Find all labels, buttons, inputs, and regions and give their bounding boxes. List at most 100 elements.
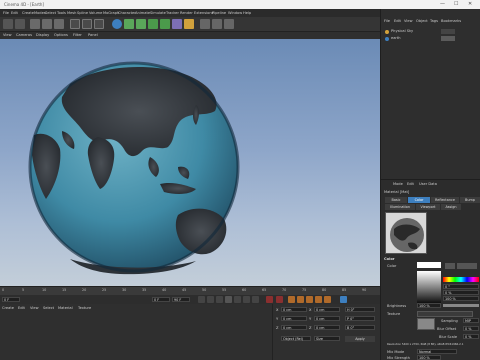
position-z-field[interactable]: 0 cm <box>281 325 307 330</box>
undo-icon[interactable] <box>3 19 13 29</box>
render-view-icon[interactable] <box>200 19 210 29</box>
texture-path-field[interactable] <box>417 311 473 317</box>
current-frame-field[interactable]: 0 F <box>152 297 170 302</box>
maximize-button[interactable]: ☐ <box>454 1 458 7</box>
menu-mograph[interactable]: MoGraph <box>103 11 119 15</box>
key-scale-icon[interactable] <box>297 296 304 303</box>
viewport[interactable] <box>0 39 380 286</box>
spline-icon[interactable] <box>124 19 134 29</box>
key-rotation-icon[interactable] <box>306 296 313 303</box>
menu-simulate[interactable]: Simulate <box>150 11 166 15</box>
tab-viewport[interactable]: Viewport <box>416 204 440 210</box>
size-y-field[interactable]: 0 cm <box>314 316 340 321</box>
close-button[interactable]: ✕ <box>468 1 472 7</box>
field-icon[interactable] <box>160 19 170 29</box>
objects-menu-file[interactable]: File <box>384 19 390 23</box>
menu-file[interactable]: File <box>3 11 9 15</box>
objects-menu-tags[interactable]: Tags <box>430 19 438 23</box>
autokey-icon[interactable] <box>276 296 283 303</box>
end-frame-field[interactable]: 90 F <box>172 297 190 302</box>
material-menu-material[interactable]: Material <box>58 306 73 310</box>
key-position-icon[interactable] <box>288 296 295 303</box>
menu-help[interactable]: Help <box>243 11 251 15</box>
objects-menu-object[interactable]: Object <box>416 19 428 23</box>
sampling-dropdown[interactable]: MIP <box>463 318 479 323</box>
viewport-menu-filter[interactable]: Filter <box>73 33 82 37</box>
viewport-menu-view[interactable]: View <box>3 33 12 37</box>
camera-icon[interactable] <box>172 19 182 29</box>
apply-button[interactable]: Apply <box>345 336 375 342</box>
objects-menu-bookmarks[interactable]: Bookmarks <box>441 19 461 23</box>
tab-reflectance[interactable]: Reflectance <box>431 197 459 203</box>
timeline-icon[interactable] <box>340 296 347 303</box>
viewport-menu-cameras[interactable]: Cameras <box>16 33 32 37</box>
tab-color[interactable]: Color <box>408 197 430 203</box>
menu-render[interactable]: Render <box>180 11 193 15</box>
menu-extensions[interactable]: Extensions <box>194 11 214 15</box>
rotation-b-field[interactable]: B 0° <box>345 325 375 330</box>
z-axis-icon[interactable] <box>94 19 104 29</box>
move-tool-icon[interactable] <box>30 19 40 29</box>
color-spectrum-icon[interactable] <box>457 263 477 269</box>
tab-illumination[interactable]: Illumination <box>385 204 415 210</box>
saturation-field[interactable]: 0 % <box>443 290 479 295</box>
color-picker-area[interactable] <box>417 271 441 305</box>
mix-strength-field[interactable]: 100 % <box>417 355 441 360</box>
hue-field[interactable]: 0 ° <box>443 284 479 289</box>
brightness-slider[interactable] <box>443 304 479 307</box>
scale-tool-icon[interactable] <box>42 19 52 29</box>
objects-menu-edit[interactable]: Edit <box>394 19 401 23</box>
menu-character[interactable]: Character <box>118 11 136 15</box>
render-settings-icon[interactable] <box>224 19 234 29</box>
previous-key-icon[interactable] <box>207 296 214 303</box>
deformer-icon[interactable] <box>148 19 158 29</box>
menu-tracker[interactable]: Tracker <box>166 11 179 15</box>
size-z-field[interactable]: 0 cm <box>314 325 340 330</box>
record-icon[interactable] <box>266 296 273 303</box>
menu-mesh[interactable]: Mesh <box>67 11 76 15</box>
tab-bump[interactable]: Bump <box>460 197 480 203</box>
size-mode-dropdown[interactable]: Size <box>314 336 340 341</box>
material-menu-select[interactable]: Select <box>43 306 54 310</box>
position-x-field[interactable]: 0 cm <box>281 307 307 312</box>
hue-slider[interactable] <box>443 277 479 282</box>
x-axis-icon[interactable] <box>70 19 80 29</box>
play-icon[interactable] <box>225 296 232 303</box>
blur-scale-field[interactable]: 0 % <box>463 334 479 339</box>
attributes-menu-edit[interactable]: Edit <box>407 182 414 186</box>
render-picture-viewer-icon[interactable] <box>212 19 222 29</box>
key-pla-icon[interactable] <box>324 296 331 303</box>
material-tag-icon[interactable] <box>441 36 455 41</box>
viewport-menu-panel[interactable]: Panel <box>88 33 98 37</box>
attributes-menu-mode[interactable]: Mode <box>393 182 403 186</box>
object-item-physical-sky[interactable]: Physical Sky <box>391 29 413 33</box>
go-to-start-icon[interactable] <box>198 296 205 303</box>
objects-menu-view[interactable]: View <box>404 19 413 23</box>
menu-tools[interactable]: Tools <box>57 11 66 15</box>
rotation-h-field[interactable]: H 0° <box>345 307 375 312</box>
object-item-earth[interactable]: earth <box>391 36 401 40</box>
attributes-menu-user-data[interactable]: User Data <box>419 182 437 186</box>
cube-icon[interactable] <box>112 19 122 29</box>
menu-animate[interactable]: Animate <box>135 11 150 15</box>
color-swatch[interactable] <box>417 262 441 268</box>
menu-pipeline[interactable]: Pipeline <box>212 11 226 15</box>
menu-create[interactable]: Create <box>22 11 34 15</box>
viewport-menu-options[interactable]: Options <box>54 33 68 37</box>
generator-icon[interactable] <box>136 19 146 29</box>
menu-volume[interactable]: Volume <box>89 11 102 15</box>
menu-edit[interactable]: Edit <box>11 11 18 15</box>
next-key-icon[interactable] <box>243 296 250 303</box>
material-menu-view[interactable]: View <box>30 306 39 310</box>
material-menu-edit[interactable]: Edit <box>18 306 25 310</box>
menu-select[interactable]: Select <box>45 11 56 15</box>
material-menu-create[interactable]: Create <box>2 306 14 310</box>
key-parameter-icon[interactable] <box>315 296 322 303</box>
position-y-field[interactable]: 0 cm <box>281 316 307 321</box>
start-frame-field[interactable]: 0 F <box>2 297 20 302</box>
material-menu-texture[interactable]: Texture <box>78 306 91 310</box>
y-axis-icon[interactable] <box>82 19 92 29</box>
blur-offset-field[interactable]: 0 % <box>463 326 479 331</box>
rotation-p-field[interactable]: P 0° <box>345 316 375 321</box>
previous-frame-icon[interactable] <box>216 296 223 303</box>
